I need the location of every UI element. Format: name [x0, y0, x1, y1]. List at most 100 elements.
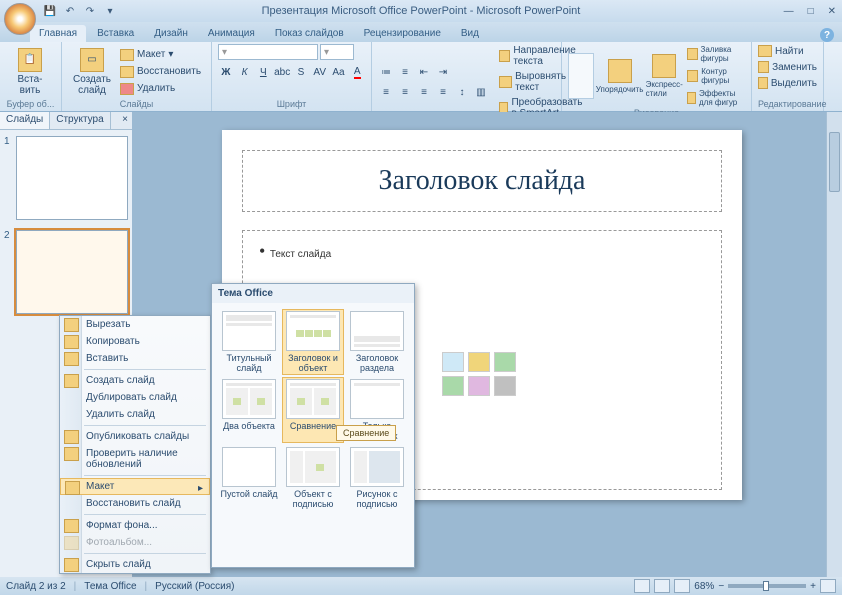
- panel-close-icon[interactable]: ×: [118, 112, 132, 129]
- arrange-button[interactable]: Упорядочить: [598, 49, 642, 103]
- slide-thumb-2[interactable]: 2: [4, 230, 128, 314]
- font-color-icon[interactable]: A: [349, 64, 365, 80]
- shape-effects-button[interactable]: Эффекты для фигур: [687, 88, 745, 108]
- layout-picture-caption[interactable]: Рисунок с подписью: [346, 445, 408, 511]
- find-button[interactable]: Найти: [758, 44, 817, 58]
- status-language[interactable]: Русский (Россия): [155, 581, 234, 592]
- tab-review[interactable]: Рецензирование: [355, 25, 450, 42]
- insert-picture-icon[interactable]: [442, 376, 464, 396]
- layout-two-content[interactable]: Два объекта: [218, 377, 280, 443]
- group-font-label: Шрифт: [218, 99, 365, 109]
- view-sorter-icon[interactable]: [654, 579, 670, 593]
- qat-customize-icon[interactable]: ▾: [102, 3, 118, 19]
- ctx-reset[interactable]: Восстановить слайд: [60, 495, 210, 512]
- font-family-select[interactable]: ▾: [218, 44, 318, 60]
- insert-smartart-icon[interactable]: [494, 352, 516, 372]
- view-slideshow-icon[interactable]: [674, 579, 690, 593]
- quickstyles-button[interactable]: Экспресс-стили: [646, 49, 683, 103]
- insert-table-icon[interactable]: [442, 352, 464, 372]
- gallery-header: Тема Office: [212, 284, 414, 303]
- bold-icon[interactable]: Ж: [218, 64, 234, 80]
- tab-slideshow[interactable]: Показ слайдов: [266, 25, 353, 42]
- help-icon[interactable]: ?: [820, 28, 834, 42]
- ctx-layout[interactable]: Макет▸: [60, 478, 210, 495]
- layout-title-slide[interactable]: Титульный слайд: [218, 309, 280, 375]
- ctx-background[interactable]: Формат фона...: [60, 517, 210, 534]
- view-normal-icon[interactable]: [634, 579, 650, 593]
- tab-home[interactable]: Главная: [30, 25, 86, 42]
- justify-icon[interactable]: ≡: [435, 84, 451, 100]
- ctx-duplicate[interactable]: Дублировать слайд: [60, 389, 210, 406]
- layout-title-content[interactable]: Заголовок и объект: [282, 309, 344, 375]
- zoom-slider[interactable]: [728, 584, 806, 588]
- insert-clipart-icon[interactable]: [468, 376, 490, 396]
- vertical-scrollbar[interactable]: [826, 112, 842, 577]
- zoom-out-icon[interactable]: −: [718, 581, 724, 592]
- linespacing-icon[interactable]: ↕: [454, 84, 470, 100]
- bullets-icon[interactable]: ≔: [378, 64, 394, 80]
- align-right-icon[interactable]: ≡: [416, 84, 432, 100]
- ctx-paste[interactable]: Вставить: [60, 350, 210, 367]
- ctx-new-slide[interactable]: Создать слайд: [60, 372, 210, 389]
- new-slide-button[interactable]: ▭Создать слайд: [68, 45, 116, 99]
- layout-tooltip: Сравнение: [336, 425, 396, 441]
- insert-chart-icon[interactable]: [468, 352, 490, 372]
- layout-blank[interactable]: Пустой слайд: [218, 445, 280, 511]
- layout-comparison[interactable]: Сравнение: [282, 377, 344, 443]
- layout-section-header[interactable]: Заголовок раздела: [346, 309, 408, 375]
- maximize-icon[interactable]: □: [808, 6, 814, 17]
- ctx-album: Фотоальбом...: [60, 534, 210, 551]
- layout-button[interactable]: Макет ▾: [120, 48, 201, 62]
- insert-media-icon[interactable]: [494, 376, 516, 396]
- outdent-icon[interactable]: ⇤: [416, 64, 432, 80]
- case-icon[interactable]: Aa: [331, 64, 347, 80]
- delete-slide-button[interactable]: Удалить: [120, 82, 201, 96]
- spacing-icon[interactable]: AV: [312, 64, 328, 80]
- slide-thumb-1[interactable]: 1: [4, 136, 128, 220]
- zoom-value[interactable]: 68%: [694, 581, 714, 592]
- qat-save-icon[interactable]: 💾: [42, 3, 58, 19]
- shape-fill-button[interactable]: Заливка фигуры: [687, 44, 745, 64]
- shadow-icon[interactable]: S: [293, 64, 309, 80]
- font-size-select[interactable]: ▾: [320, 44, 354, 60]
- title-placeholder[interactable]: Заголовок слайда: [242, 150, 722, 212]
- paste-button[interactable]: 📋Вста- вить: [6, 45, 54, 99]
- ctx-publish[interactable]: Опубликовать слайды: [60, 428, 210, 445]
- indent-icon[interactable]: ⇥: [435, 64, 451, 80]
- publish-icon: [64, 430, 79, 444]
- strike-icon[interactable]: abc: [274, 64, 290, 80]
- ctx-delete[interactable]: Удалить слайд: [60, 406, 210, 423]
- minimize-icon[interactable]: —: [784, 6, 794, 17]
- ctx-hide[interactable]: Скрыть слайд: [60, 556, 210, 573]
- ctx-cut[interactable]: Вырезать: [60, 316, 210, 333]
- shapes-gallery[interactable]: [568, 53, 594, 99]
- numbering-icon[interactable]: ≡: [397, 64, 413, 80]
- underline-icon[interactable]: Ч: [255, 64, 271, 80]
- close-icon[interactable]: ✕: [828, 6, 836, 17]
- ctx-check-updates[interactable]: Проверить наличие обновлений: [60, 445, 210, 473]
- reset-icon: [120, 66, 134, 78]
- ctx-copy[interactable]: Копировать: [60, 333, 210, 350]
- qat-redo-icon[interactable]: ↷: [82, 3, 98, 19]
- select-button[interactable]: Выделить: [758, 76, 817, 90]
- panel-tab-slides[interactable]: Слайды: [0, 112, 50, 129]
- reset-button[interactable]: Восстановить: [120, 65, 201, 79]
- zoom-in-icon[interactable]: +: [810, 581, 816, 592]
- shape-outline-button[interactable]: Контур фигуры: [687, 66, 745, 86]
- qat-undo-icon[interactable]: ↶: [62, 3, 78, 19]
- columns-icon[interactable]: ▥: [473, 84, 489, 100]
- tab-animation[interactable]: Анимация: [199, 25, 264, 42]
- tab-view[interactable]: Вид: [452, 25, 488, 42]
- align-center-icon[interactable]: ≡: [397, 84, 413, 100]
- check-icon: [64, 447, 79, 461]
- fit-window-icon[interactable]: [820, 579, 836, 593]
- replace-button[interactable]: Заменить: [758, 60, 817, 74]
- tab-insert[interactable]: Вставка: [88, 25, 143, 42]
- panel-tab-outline[interactable]: Структура: [50, 112, 110, 129]
- layout-content-caption[interactable]: Объект с подписью: [282, 445, 344, 511]
- text-direction-icon: [499, 50, 510, 62]
- align-left-icon[interactable]: ≡: [378, 84, 394, 100]
- italic-icon[interactable]: К: [237, 64, 253, 80]
- office-button[interactable]: [4, 3, 36, 35]
- tab-design[interactable]: Дизайн: [145, 25, 197, 42]
